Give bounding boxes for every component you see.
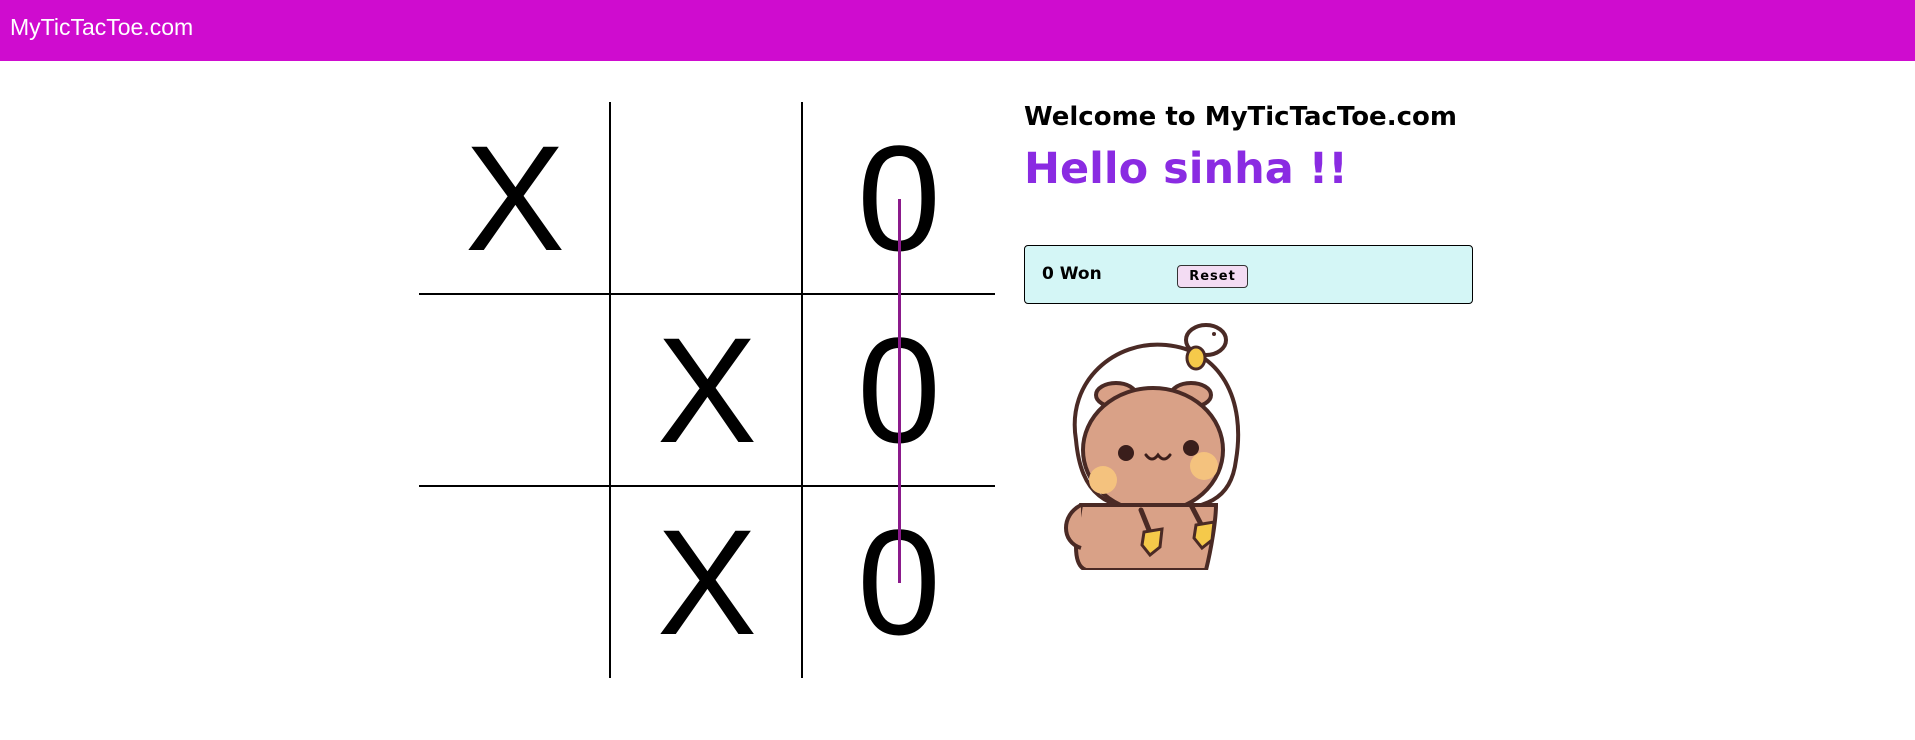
board-cell-2[interactable] bbox=[611, 102, 803, 294]
game-board: X 0 X 0 X 0 bbox=[419, 102, 995, 678]
top-navbar: MyTicTacToe.com bbox=[0, 0, 1915, 61]
greeting-heading: Hello sinha !! bbox=[1024, 144, 1348, 194]
board-cell-1[interactable]: X bbox=[419, 102, 611, 294]
score-box: 0 Won Reset bbox=[1024, 245, 1473, 304]
reset-button[interactable]: Reset bbox=[1177, 265, 1248, 288]
brand-link[interactable]: MyTicTacToe.com bbox=[10, 14, 193, 41]
board-cell-5[interactable]: X bbox=[611, 294, 803, 486]
winning-line bbox=[898, 199, 901, 583]
score-text: 0 Won bbox=[1042, 264, 1102, 284]
board-cell-4[interactable] bbox=[419, 294, 611, 486]
info-panel: Welcome to MyTicTacToe.com Hello sinha !… bbox=[1024, 102, 1473, 304]
welcome-heading: Welcome to MyTicTacToe.com bbox=[1024, 102, 1457, 132]
bear-astronaut-sticker-icon bbox=[1064, 323, 1241, 570]
board-cell-8[interactable]: X bbox=[611, 486, 803, 678]
board-cell-7[interactable] bbox=[419, 486, 611, 678]
